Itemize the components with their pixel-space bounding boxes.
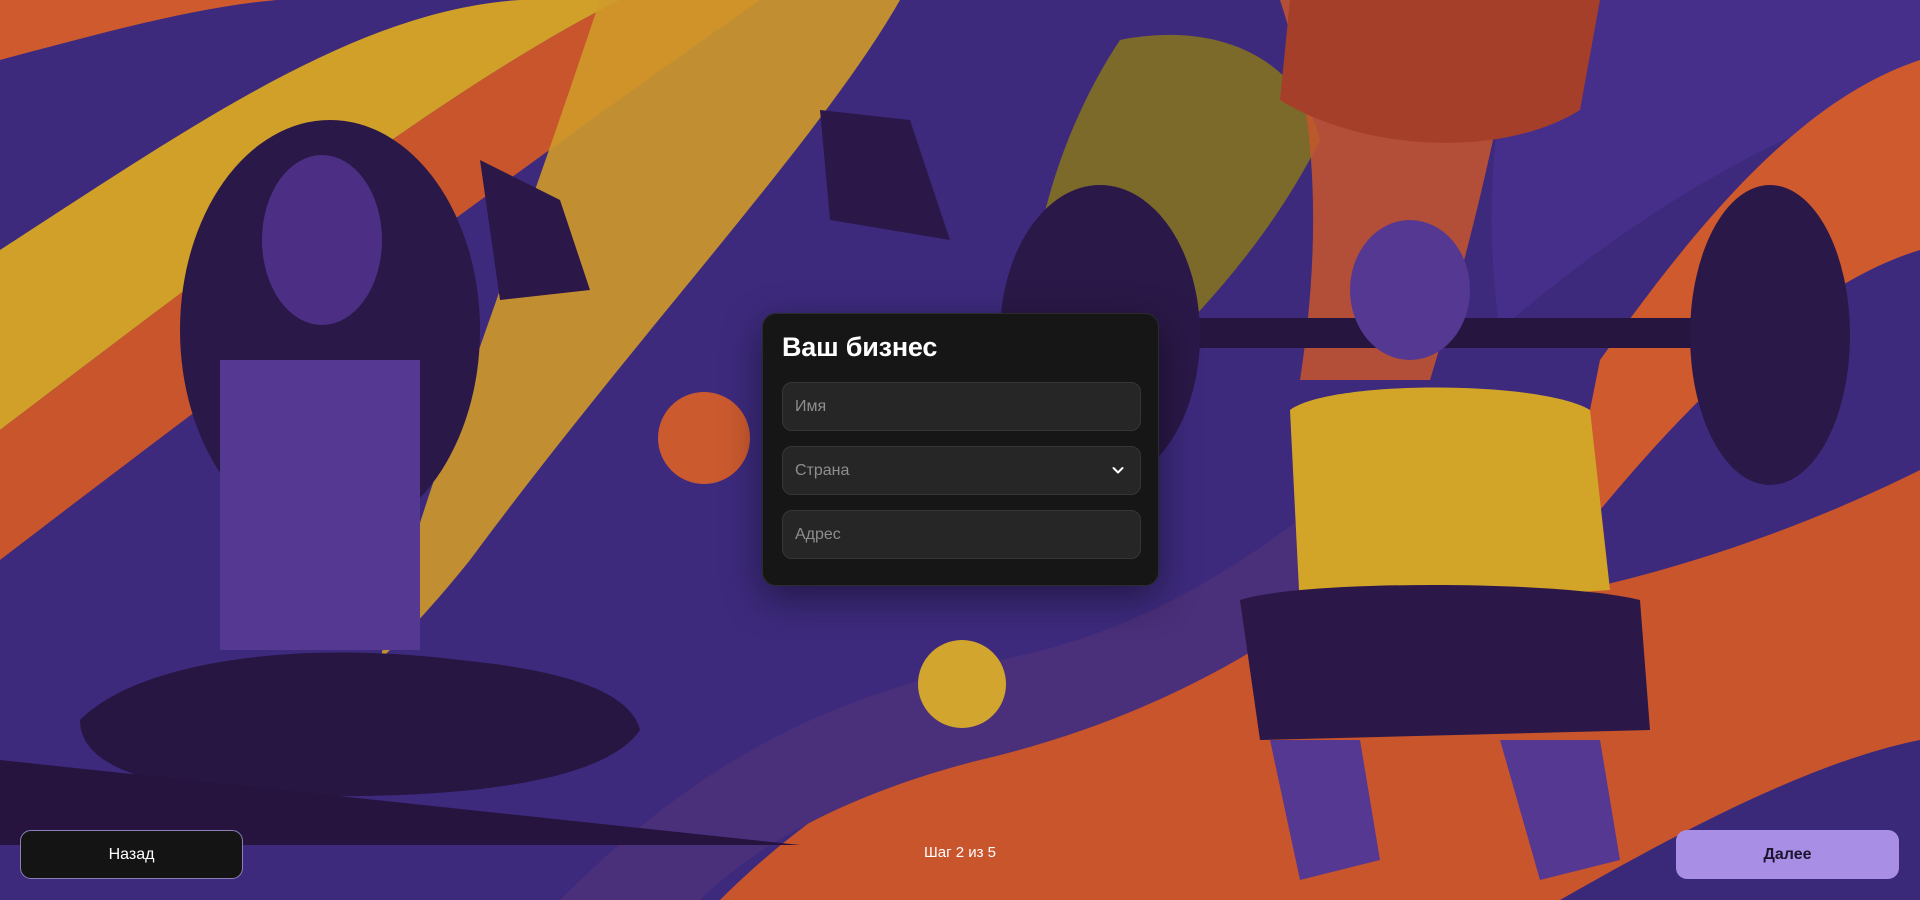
address-input[interactable] <box>783 511 1140 558</box>
address-field[interactable] <box>782 510 1141 559</box>
step-indicator: Шаг 2 из 5 <box>923 844 996 861</box>
country-select[interactable]: Страна <box>782 446 1141 495</box>
country-select-placeholder: Страна <box>795 462 850 479</box>
form-title: Ваш бизнес <box>782 332 938 362</box>
business-form-card: Ваш бизнес Страна <box>762 313 1159 586</box>
name-field[interactable] <box>782 382 1141 431</box>
back-button[interactable]: Назад <box>20 830 243 879</box>
name-input[interactable] <box>783 383 1140 430</box>
next-button[interactable]: Далее <box>1676 830 1899 879</box>
chevron-down-icon <box>1112 467 1124 474</box>
